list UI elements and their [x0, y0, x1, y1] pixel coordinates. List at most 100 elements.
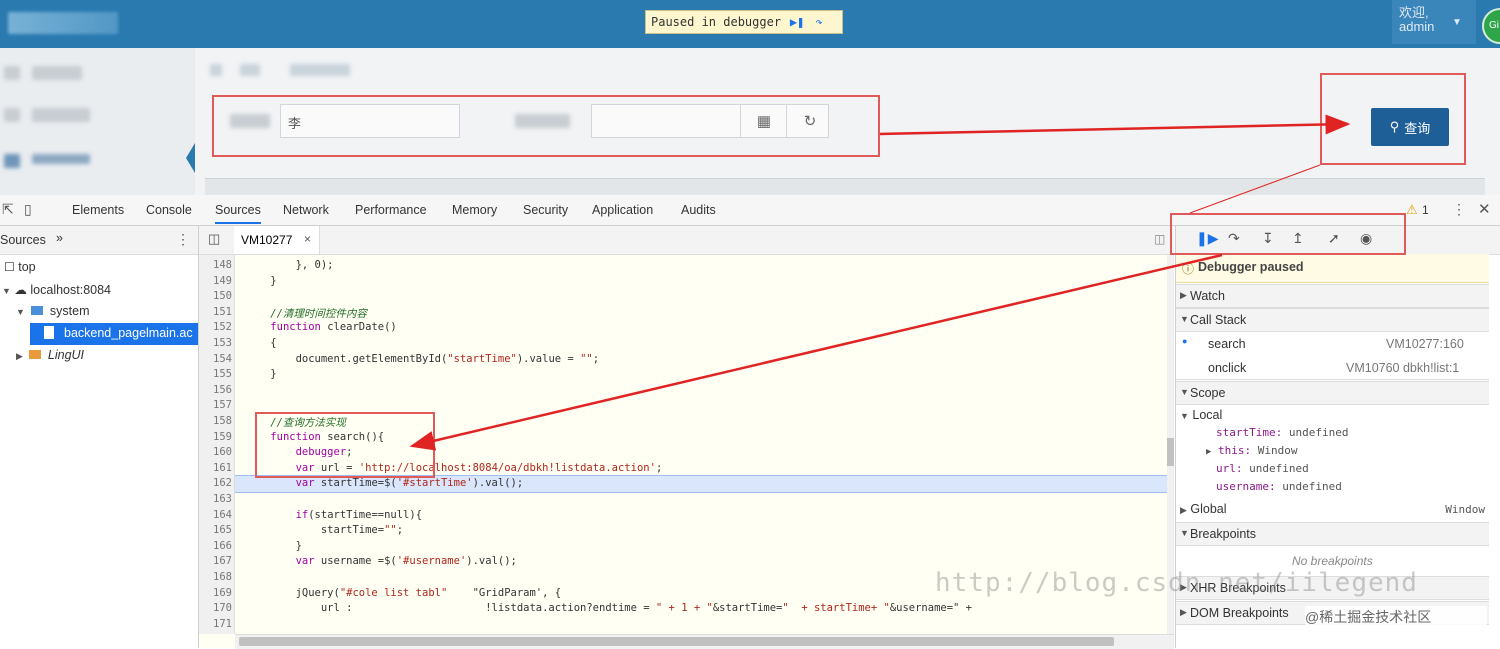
line-number[interactable]: 170	[199, 602, 232, 614]
scope-variable[interactable]: url: undefined	[1216, 462, 1309, 475]
tree-item-top[interactable]: ☐ top	[4, 260, 36, 274]
editor-file-tab[interactable]: VM10277 ×	[234, 226, 320, 254]
close-tab-icon[interactable]: ×	[304, 232, 311, 246]
line-number[interactable]: 157	[199, 399, 232, 411]
line-number[interactable]: 171	[199, 618, 232, 630]
line-number[interactable]: 164	[199, 509, 232, 521]
line-number[interactable]: 154	[199, 353, 232, 365]
query-button[interactable]: ⚲ 查询	[1371, 108, 1449, 146]
no-breakpoints-text: No breakpoints	[1292, 554, 1373, 568]
line-number[interactable]: 156	[199, 384, 232, 396]
scroll-thumb[interactable]	[239, 637, 1114, 646]
line-number[interactable]: 165	[199, 524, 232, 536]
code-line[interactable]: url : !listdata.action?endtime = " + 1 +…	[245, 602, 972, 614]
tab-audits[interactable]: Audits	[681, 203, 716, 217]
scope-local[interactable]: ▼ Local	[1180, 408, 1222, 422]
scope-variable[interactable]: ▶ this: Window	[1206, 444, 1298, 457]
code-line[interactable]: //清理时间控件内容	[245, 306, 367, 321]
line-number[interactable]: 161	[199, 462, 232, 474]
breakpoints-section[interactable]: ▼ Breakpoints	[1176, 522, 1489, 546]
code-line[interactable]: {	[245, 337, 276, 349]
code-line[interactable]: document.getElementById("startTime").val…	[245, 353, 599, 365]
reset-icon[interactable]: ↻	[786, 105, 833, 137]
line-number[interactable]: 169	[199, 587, 232, 599]
tab-network[interactable]: Network	[283, 203, 329, 217]
tree-item-lingui[interactable]: ▶ LingUI	[16, 348, 84, 362]
code-line[interactable]: if(startTime==null){	[245, 509, 422, 521]
line-number[interactable]: 153	[199, 337, 232, 349]
navigator-tab-sources[interactable]: Sources	[0, 233, 46, 247]
code-line[interactable]: }	[245, 368, 276, 380]
sidebar-item[interactable]	[0, 58, 195, 88]
code-line[interactable]: var startTime=$('#startTime').val();	[245, 477, 524, 489]
line-number[interactable]: 162	[199, 477, 232, 489]
tab-application[interactable]: Application	[592, 203, 653, 217]
watch-section[interactable]: ▶ Watch	[1176, 284, 1489, 308]
more-options-icon[interactable]: ⋮	[1452, 201, 1466, 218]
tab-security[interactable]: Security	[523, 203, 568, 217]
tree-item-selected-file[interactable]: backend_pagelmain.ac	[30, 323, 198, 345]
toggle-navigator-icon[interactable]: ◫	[208, 231, 220, 247]
inspect-icon[interactable]: ⇱	[2, 201, 14, 218]
tab-memory[interactable]: Memory	[452, 203, 497, 217]
resume-icon[interactable]: ▶❚	[787, 13, 807, 31]
code-line[interactable]: jQuery("#cole list tabl" "GridParam', {	[245, 587, 562, 599]
call-frame[interactable]: onclick VM10760 dbkh!list:1	[1176, 357, 1489, 380]
navigator-menu-icon[interactable]: ⋮	[176, 231, 190, 248]
warning-icon[interactable]: ⚠	[1406, 202, 1418, 218]
line-number[interactable]: 158	[199, 415, 232, 427]
tab-console[interactable]: Console	[146, 203, 192, 217]
user-menu[interactable]: 欢迎, admin ▼	[1392, 0, 1476, 44]
scope-variable[interactable]: username: undefined	[1216, 480, 1342, 493]
calendar-icon[interactable]: ▦	[740, 105, 787, 137]
line-number[interactable]: 159	[199, 431, 232, 443]
line-number[interactable]: 167	[199, 555, 232, 567]
line-number[interactable]: 148	[199, 259, 232, 271]
sidebar-item[interactable]	[0, 146, 195, 176]
code-line[interactable]: function clearDate()	[245, 321, 396, 333]
user-greeting: 欢迎,	[1399, 5, 1429, 20]
avatar[interactable]: Gi	[1482, 8, 1500, 44]
date-input[interactable]: ▦ ↻	[591, 104, 829, 138]
source-credit: @稀土掘金技术社区	[1305, 606, 1487, 628]
code-line[interactable]: startTime="";	[245, 524, 403, 536]
navigator-more-tabs[interactable]: »	[56, 231, 63, 245]
tree-item-host[interactable]: ▼ ☁ localhost:8084	[2, 282, 111, 297]
sidebar-item[interactable]	[0, 100, 195, 130]
scope-variable[interactable]: startTime: undefined	[1216, 426, 1348, 439]
horizontal-scrollbar[interactable]	[235, 634, 1174, 649]
line-number[interactable]: 168	[199, 571, 232, 583]
call-frame[interactable]: ● search VM10277:160	[1176, 333, 1489, 355]
table-header	[205, 178, 1485, 196]
name-input[interactable]: 李	[280, 104, 460, 138]
line-number[interactable]: 151	[199, 306, 232, 318]
line-number[interactable]: 155	[199, 368, 232, 380]
scroll-thumb[interactable]	[1167, 438, 1174, 466]
frame-icon: ☐	[4, 260, 15, 274]
collapse-icon: ▶	[16, 351, 23, 361]
line-number[interactable]: 166	[199, 540, 232, 552]
call-stack-section[interactable]: ▼ Call Stack	[1176, 308, 1489, 332]
line-number[interactable]: 163	[199, 493, 232, 505]
tree-item-system[interactable]: ▼ system	[16, 304, 89, 318]
scope-section[interactable]: ▼ Scope	[1176, 381, 1489, 405]
code-line[interactable]: }	[245, 275, 276, 287]
line-number[interactable]: 150	[199, 290, 232, 302]
tab-performance[interactable]: Performance	[355, 203, 427, 217]
code-line[interactable]: }	[245, 540, 302, 552]
scope-global[interactable]: ▶ Global Window	[1180, 502, 1485, 516]
tab-sources[interactable]: Sources	[215, 203, 261, 224]
folder-icon	[31, 306, 44, 315]
line-number[interactable]: 152	[199, 321, 232, 333]
step-over-icon[interactable]: ↷	[809, 13, 829, 31]
toggle-debugger-icon[interactable]: ◫	[1154, 232, 1165, 246]
code-line[interactable]: }, 0);	[245, 259, 334, 271]
tab-elements[interactable]: Elements	[72, 203, 124, 217]
line-number[interactable]: 160	[199, 446, 232, 458]
code-line[interactable]: var username =$('#username').val();	[245, 555, 517, 567]
device-toggle-icon[interactable]: ▯	[24, 201, 32, 218]
close-icon[interactable]: ✕	[1478, 200, 1491, 218]
cloud-icon: ☁	[14, 283, 27, 297]
line-number[interactable]: 149	[199, 275, 232, 287]
navigator-header: Sources » ⋮	[0, 226, 198, 255]
